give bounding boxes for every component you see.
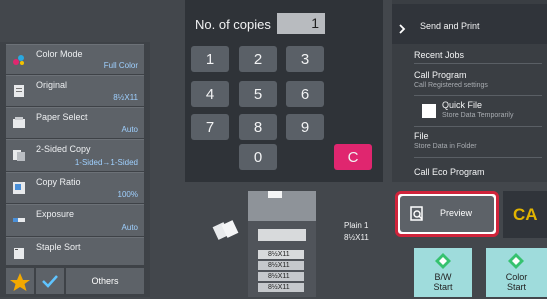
setting-color-mode[interactable]: Color Mode Full Color	[6, 44, 144, 74]
menu-item-title: Quick File	[442, 100, 483, 110]
menu-item-title: Call Program	[414, 70, 467, 80]
setting-label: 2-Sided Copy	[36, 144, 91, 154]
key-0[interactable]: 0	[239, 144, 277, 170]
menu-item-quick-file[interactable]: Quick File Store Data Temporarily	[414, 98, 542, 127]
key-7[interactable]: 7	[191, 114, 229, 140]
menu-item-file[interactable]: File Store Data in Folder	[414, 128, 542, 158]
output-tray-label: Plain 1	[344, 221, 369, 230]
send-and-print-label: Send and Print	[420, 21, 480, 31]
menu-item-call-eco-program[interactable]: Call Eco Program	[414, 160, 542, 182]
color-mode-icon	[13, 55, 24, 65]
output-paper-size: 8½X11	[344, 233, 369, 242]
checkmark-button[interactable]	[36, 268, 64, 294]
setting-original[interactable]: Original 8½X11	[6, 75, 144, 106]
color-start-button[interactable]: Color Start	[486, 248, 547, 297]
bw-start-label: B/W Start	[433, 272, 453, 292]
star-icon	[10, 273, 30, 291]
key-9[interactable]: 9	[286, 114, 324, 140]
tray-2[interactable]: 8½X11	[258, 261, 304, 270]
original-icon	[14, 85, 24, 97]
key-1[interactable]: 1	[191, 46, 229, 72]
setting-label: Original	[36, 80, 68, 90]
tray-size: 8½X11	[268, 284, 290, 291]
menu-item-subtitle: Store Data in Folder	[414, 143, 477, 150]
key-6[interactable]: 6	[286, 81, 324, 107]
setting-label: Copy Ratio	[36, 177, 81, 187]
copy-ratio-icon	[13, 182, 25, 194]
setting-value: Auto	[121, 125, 138, 134]
favorite-button[interactable]	[6, 268, 34, 294]
setting-label: Exposure	[36, 209, 75, 219]
copies-label: No. of copies	[195, 17, 271, 32]
setting-label: Paper Select	[36, 112, 88, 122]
machine-scanner	[248, 191, 316, 221]
menu-item-title: Recent Jobs	[414, 50, 465, 60]
menu-item-title: File	[414, 131, 429, 141]
key-8[interactable]: 8	[239, 114, 277, 140]
key-4[interactable]: 4	[191, 81, 229, 107]
setting-value: 100%	[117, 190, 138, 199]
setting-value: Full Color	[103, 61, 138, 70]
original-sheets-icon	[212, 220, 239, 240]
setting-exposure[interactable]: Exposure Auto	[6, 204, 144, 236]
ca-button[interactable]: CA	[503, 191, 547, 238]
two-sided-icon	[13, 150, 25, 161]
setting-value: Auto	[121, 223, 138, 232]
key-2[interactable]: 2	[239, 46, 277, 72]
tray-1[interactable]: 8½X11	[258, 250, 304, 259]
menu-item-subtitle: Store Data Temporarily	[442, 112, 514, 119]
exposure-icon	[13, 218, 25, 222]
copies-input[interactable]: 1	[277, 13, 325, 34]
setting-value: 8½X11	[113, 93, 138, 102]
bw-start-button[interactable]: B/W Start	[414, 248, 472, 297]
setting-staple-sort[interactable]: Staple Sort	[6, 237, 144, 265]
scanner-paper	[268, 191, 282, 198]
tray-4[interactable]: 8½X11	[258, 283, 304, 292]
menu-item-call-program[interactable]: Call Program Call Registered settings	[414, 66, 542, 96]
preview-label: Preview	[440, 208, 473, 218]
output-tray	[258, 229, 306, 241]
start-diamond-icon	[508, 253, 524, 269]
preview-icon	[410, 206, 423, 221]
start-diamond-icon	[435, 253, 451, 269]
setting-copy-ratio[interactable]: Copy Ratio 100%	[6, 172, 144, 203]
tray-size: 8½X11	[268, 251, 290, 258]
clear-button[interactable]: C	[334, 144, 372, 170]
menu-item-recent-jobs[interactable]: Recent Jobs	[414, 46, 542, 64]
key-5[interactable]: 5	[239, 81, 277, 107]
setting-two-sided-copy[interactable]: 2-Sided Copy 1-Sided→1-Sided	[6, 139, 144, 171]
chevron-right-icon	[399, 24, 406, 34]
setting-label: Color Mode	[36, 49, 83, 59]
setting-paper-select[interactable]: Paper Select Auto	[6, 107, 144, 138]
paper-select-icon	[13, 117, 25, 128]
checkmark-icon	[42, 275, 58, 288]
color-start-label: Color Start	[505, 272, 528, 292]
tray-3[interactable]: 8½X11	[258, 272, 304, 281]
tray-size: 8½X11	[268, 273, 290, 280]
others-button[interactable]: Others	[66, 268, 144, 294]
staple-sort-icon	[14, 248, 24, 259]
quick-file-icon	[422, 104, 436, 118]
menu-item-subtitle: Call Registered settings	[414, 82, 488, 89]
setting-label: Staple Sort	[36, 242, 81, 252]
key-3[interactable]: 3	[286, 46, 324, 72]
preview-button[interactable]: Preview	[400, 196, 494, 232]
setting-value: 1-Sided→1-Sided	[74, 158, 138, 167]
tray-size: 8½X11	[268, 262, 290, 269]
menu-item-title: Call Eco Program	[414, 167, 485, 177]
